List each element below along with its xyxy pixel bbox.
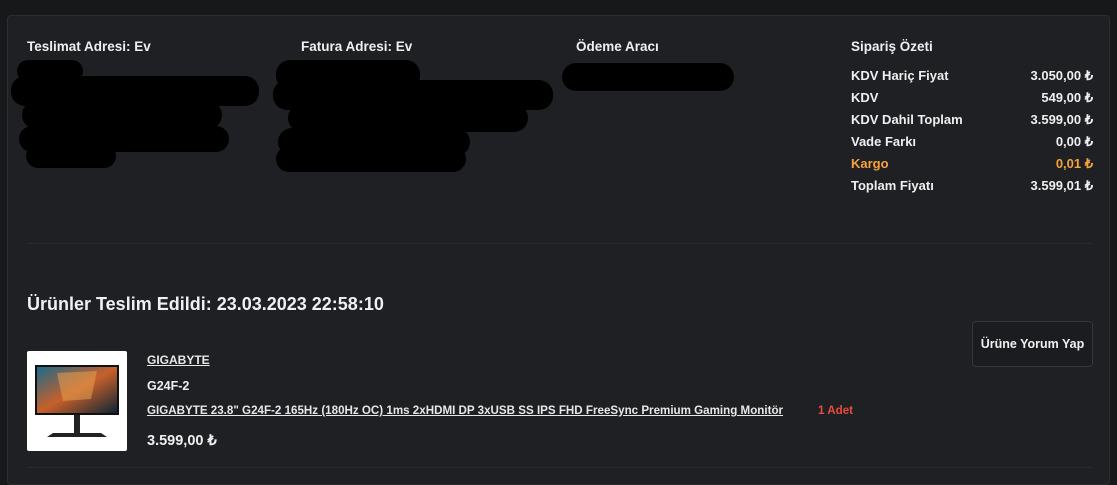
monitor-icon [35, 365, 119, 437]
billing-address-title: Fatura Adresi: Ev [301, 39, 413, 54]
section-divider [27, 467, 1091, 468]
product-brand-link[interactable]: GIGABYTE [147, 353, 210, 367]
product-image[interactable] [27, 351, 127, 451]
order-summary-title: Sipariş Özeti [851, 39, 933, 54]
summary-label: KDV [851, 90, 879, 105]
summary-value: 0,00 ₺ [1055, 134, 1093, 149]
summary-value: 3.050,00 ₺ [1030, 68, 1094, 83]
summary-row-shipping: Kargo 0,01 ₺ [851, 156, 1093, 178]
section-divider [27, 243, 1091, 244]
summary-label: Toplam Fiyatı [851, 178, 934, 193]
summary-label: Kargo [851, 156, 889, 171]
summary-value: 549,00 ₺ [1041, 90, 1093, 105]
summary-label: KDV Hariç Fiyat [851, 68, 949, 83]
summary-value: 3.599,01 ₺ [1030, 178, 1094, 193]
summary-row-tax: KDV 549,00 ₺ [851, 90, 1093, 112]
summary-label: Vade Farkı [851, 134, 917, 149]
summary-label: KDV Dahil Toplam [851, 112, 963, 127]
product-price: 3.599,00 ₺ [147, 433, 217, 449]
order-detail-panel: Teslimat Adresi: Ev Fatura Adresi: Ev Öd… [7, 15, 1110, 485]
product-quantity: 1 Adet [818, 404, 854, 417]
summary-value: 3.599,00 ₺ [1030, 112, 1094, 127]
payment-method-title: Ödeme Aracı [576, 39, 659, 54]
shipping-address-title: Teslimat Adresi: Ev [27, 39, 151, 54]
summary-row-tax-included-total: KDV Dahil Toplam 3.599,00 ₺ [851, 112, 1093, 134]
summary-value: 0,01 ₺ [1055, 156, 1093, 171]
product-model: G24F-2 [147, 379, 190, 393]
order-summary: Sipariş Özeti KDV Hariç Fiyat 3.050,00 ₺… [851, 39, 1093, 200]
write-review-button[interactable]: Ürüne Yorum Yap [972, 321, 1093, 367]
delivery-status-heading: Ürünler Teslim Edildi: 23.03.2023 22:58:… [27, 294, 384, 314]
summary-row-installment-fee: Vade Farkı 0,00 ₺ [851, 134, 1093, 156]
product-name-link[interactable]: GIGABYTE 23.8" G24F-2 165Hz (180Hz OC) 1… [147, 404, 783, 417]
summary-row-subtotal: KDV Hariç Fiyat 3.050,00 ₺ [851, 68, 1093, 90]
summary-row-total: Toplam Fiyatı 3.599,01 ₺ [851, 178, 1093, 200]
